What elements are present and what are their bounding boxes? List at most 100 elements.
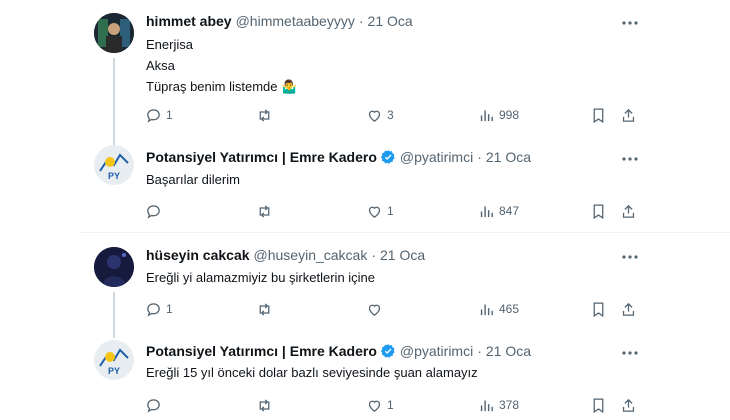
tweet[interactable]: himmet abey @himmetaabeyyyy · 21 Oca Ene… (0, 0, 730, 140)
timestamp[interactable]: 21 Oca (486, 149, 531, 165)
views-button[interactable]: 378 (478, 395, 519, 415)
bookmark-button[interactable] (590, 395, 607, 415)
share-icon (622, 108, 635, 122)
avatar[interactable]: PY (94, 340, 134, 380)
more-icon[interactable] (620, 13, 640, 33)
retweet-button[interactable] (256, 105, 277, 125)
tweet-text-line: Ereğli yi alamazmiyiz bu şirketlerin içi… (146, 270, 376, 285)
reply-button[interactable] (145, 201, 166, 221)
tweet-text: Ereğli yi alamazmiyiz bu şirketlerin içi… (146, 267, 375, 288)
tweet-text: Başarılar dilerim (146, 169, 240, 190)
retweet-icon (259, 302, 270, 316)
share-icon (622, 302, 635, 316)
tweet-actions: 1 3 998 (0, 105, 730, 125)
svg-text:PY: PY (108, 366, 120, 376)
reply-count: 1 (166, 108, 173, 122)
separator-dot: · (477, 149, 482, 165)
views-button[interactable]: 465 (478, 299, 519, 319)
like-button[interactable]: 1 (366, 395, 394, 415)
timestamp[interactable]: 21 Oca (380, 247, 425, 263)
tweet-text-line: Enerjisa (146, 37, 193, 52)
views-icon (480, 304, 493, 315)
user-handle[interactable]: @himmetaabeyyyy (236, 13, 355, 29)
retweet-button[interactable] (256, 201, 277, 221)
views-button[interactable]: 847 (478, 201, 519, 221)
like-icon (368, 400, 381, 412)
share-button[interactable] (620, 299, 637, 319)
share-icon (622, 398, 635, 412)
tweet-text-line: Başarılar dilerim (146, 172, 240, 187)
tweet-actions: 1 465 (0, 299, 730, 319)
bookmark-icon (593, 107, 604, 123)
retweet-icon (259, 204, 270, 218)
bookmark-button[interactable] (590, 105, 607, 125)
tweet-actions: 1 378 (0, 395, 730, 415)
like-icon (368, 110, 381, 122)
tweet-text-line: Aksa (146, 58, 175, 73)
verified-badge-icon (380, 149, 396, 165)
tweet-text-line: Ereğli 15 yıl önceki dolar bazlı seviyes… (146, 365, 478, 380)
like-icon (368, 206, 381, 218)
reply-icon (147, 302, 160, 316)
reply-icon (147, 398, 160, 412)
display-name[interactable]: himmet abey (146, 13, 232, 29)
views-button[interactable]: 998 (478, 105, 519, 125)
more-icon[interactable] (620, 149, 640, 169)
bookmark-icon (593, 301, 604, 317)
like-count: 1 (387, 398, 394, 412)
tweet-text-line: Tüpraş benim listemde 🤷‍♂️ (146, 79, 298, 94)
more-icon[interactable] (620, 343, 640, 363)
like-button[interactable]: 3 (366, 105, 394, 125)
views-count: 465 (499, 302, 520, 316)
timestamp[interactable]: 21 Oca (368, 13, 413, 29)
retweet-icon (259, 108, 270, 122)
like-icon (368, 304, 381, 316)
tweet[interactable]: PY Potansiyel Yatırımcı | Emre Kadero @p… (0, 140, 730, 232)
avatar[interactable]: PY (94, 145, 134, 185)
views-count: 378 (499, 398, 520, 412)
display-name[interactable]: hüseyin cakcak (146, 247, 250, 263)
separator-dot: · (358, 13, 364, 29)
retweet-button[interactable] (256, 299, 277, 319)
avatar[interactable] (94, 247, 134, 287)
like-button[interactable] (366, 299, 387, 319)
verified-badge-icon (380, 343, 396, 359)
user-handle[interactable]: @huseyin_cakcak (254, 247, 368, 263)
user-handle[interactable]: @pyatirimci (400, 343, 473, 359)
separator-dot: · (371, 247, 377, 263)
reply-button[interactable]: 1 (145, 299, 173, 319)
retweet-button[interactable] (256, 395, 277, 415)
tweet-actions: 1 847 (0, 201, 730, 221)
views-icon (480, 110, 493, 121)
tweet-text: Ereğli 15 yıl önceki dolar bazlı seviyes… (146, 362, 478, 383)
bookmark-button[interactable] (590, 299, 607, 319)
tweet[interactable]: PY Potansiyel Yatırımcı | Emre Kadero @p… (0, 333, 730, 420)
bookmark-button[interactable] (590, 201, 607, 221)
more-icon[interactable] (620, 247, 640, 267)
retweet-icon (259, 398, 270, 412)
reply-icon (147, 108, 160, 122)
tweet-header: hüseyin cakcak @huseyin_cakcak · 21 Oca (146, 247, 425, 263)
share-button[interactable] (620, 105, 637, 125)
bookmark-icon (593, 203, 604, 219)
svg-text:PY: PY (108, 171, 120, 181)
reply-button[interactable]: 1 (145, 105, 173, 125)
share-button[interactable] (620, 395, 637, 415)
display-name[interactable]: Potansiyel Yatırımcı | Emre Kadero (146, 149, 377, 165)
timestamp[interactable]: 21 Oca (486, 343, 531, 359)
like-count: 3 (387, 108, 394, 122)
tweet-header: himmet abey @himmetaabeyyyy · 21 Oca (146, 13, 413, 29)
reply-icon (147, 204, 160, 218)
tweet-text: Enerjisa Aksa Tüpraş benim listemde 🤷‍♂️ (146, 34, 297, 97)
like-button[interactable]: 1 (366, 201, 394, 221)
like-count: 1 (387, 204, 394, 218)
share-button[interactable] (620, 201, 637, 221)
tweet-header: Potansiyel Yatırımcı | Emre Kadero @pyat… (146, 149, 531, 165)
user-handle[interactable]: @pyatirimci (400, 149, 473, 165)
display-name[interactable]: Potansiyel Yatırımcı | Emre Kadero (146, 343, 377, 359)
tweet-header: Potansiyel Yatırımcı | Emre Kadero @pyat… (146, 343, 531, 359)
reply-button[interactable] (145, 395, 166, 415)
avatar[interactable] (94, 13, 134, 53)
tweet[interactable]: hüseyin cakcak @huseyin_cakcak · 21 Oca … (0, 233, 730, 333)
views-icon (480, 400, 493, 411)
